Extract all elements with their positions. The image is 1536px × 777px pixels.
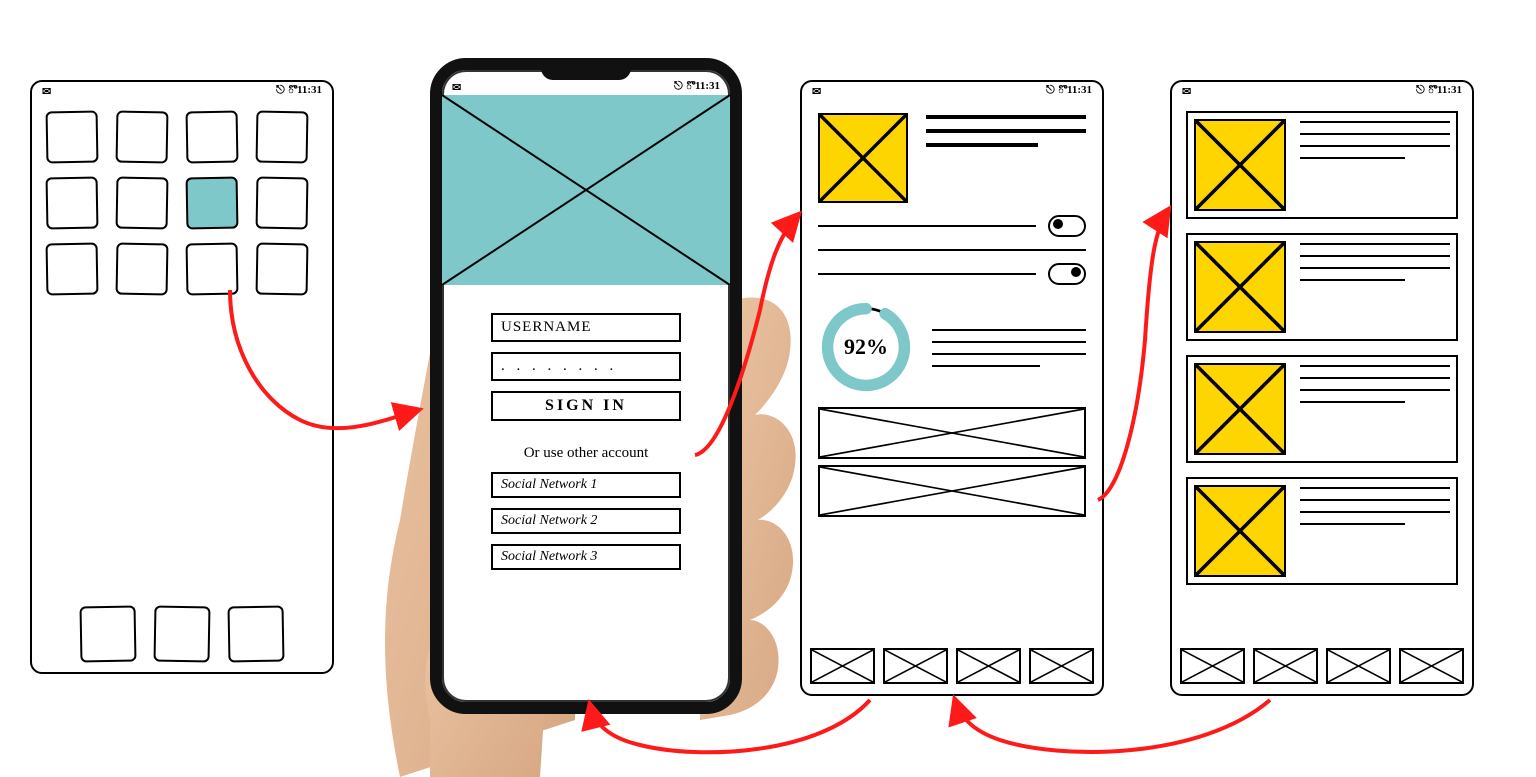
dock [32,606,332,662]
phone-login-screen: ✉ ⎋ ొ 11:31 USERNAME . . . . . . . . SIG… [430,58,742,714]
tab-bar [810,648,1094,684]
app-icon[interactable] [46,111,99,164]
text-line [926,115,1086,119]
list-thumb [1194,485,1286,577]
social-login-1[interactable]: Social Network 1 [491,472,681,498]
app-icon[interactable] [256,111,309,164]
setting-row [818,215,1086,237]
toggle-switch[interactable] [1048,215,1086,237]
status-bar: ✉ ⎋ ొ 11:31 [32,82,332,99]
text-line [926,129,1086,133]
title-lines [926,113,1086,147]
list-thumb [1194,241,1286,333]
app-icon-selected[interactable] [186,177,239,230]
social-login-2[interactable]: Social Network 2 [491,508,681,534]
login-form: USERNAME . . . . . . . . SIGN IN Or use … [442,313,730,570]
progress-value: 92% [818,299,914,395]
alt-login-text: Or use other account [524,445,649,462]
progress-ring: 92% [818,299,914,395]
screen-home-wireframe: ✉ ⎋ ొ 11:31 [30,80,334,674]
status-right: ⎋ ొ 11:31 [1416,84,1462,99]
mail-icon: ✉ [812,85,821,98]
app-icon[interactable] [186,243,239,296]
tab-item[interactable] [810,648,875,684]
status-right: ⎋ ొ 11:31 [276,84,322,99]
mail-icon: ✉ [1182,85,1191,98]
progress-text [932,327,1086,367]
tab-item[interactable] [1029,648,1094,684]
app-icon[interactable] [46,177,99,230]
tab-bar [1180,648,1464,684]
hero-image-placeholder [442,95,730,285]
list-item[interactable] [1186,355,1458,463]
dock-icon[interactable] [154,606,211,663]
avatar-placeholder[interactable] [818,113,908,203]
wireframe-flow-canvas: { "statusbar": { "time": "11:31", "wifi_… [0,0,1536,777]
tab-item[interactable] [1399,648,1464,684]
app-icon[interactable] [116,111,169,164]
app-icon[interactable] [46,243,99,296]
list-text [1300,241,1450,281]
screen-dashboard-wireframe: ✉ ⎋ ొ 11:31 92% [800,80,1104,696]
phone-notch [541,66,631,80]
list-column [1172,99,1472,585]
list-item[interactable] [1186,111,1458,219]
screen-list-wireframe: ✉ ⎋ ొ 11:31 [1170,80,1474,696]
settings-block [802,215,1102,285]
signin-button[interactable]: SIGN IN [491,391,681,421]
text-line [932,341,1086,343]
text-line [818,249,1086,251]
mail-icon: ✉ [452,81,461,94]
password-field[interactable]: . . . . . . . . [491,352,681,381]
status-right: ⎋ ొ 11:31 [674,80,720,95]
toggle-switch[interactable] [1048,263,1086,285]
text-line [818,225,1036,227]
tab-item[interactable] [956,648,1021,684]
list-text [1300,485,1450,525]
text-line [926,143,1038,147]
banner-placeholder-2[interactable] [818,465,1086,517]
text-line [932,353,1086,355]
list-text [1300,363,1450,403]
app-icon[interactable] [186,111,239,164]
app-icon[interactable] [256,177,309,230]
list-text [1300,119,1450,159]
status-right: ⎋ ొ 11:31 [1046,84,1092,99]
list-item[interactable] [1186,477,1458,585]
banner-placeholder-1[interactable] [818,407,1086,459]
text-line [818,273,1036,275]
status-bar: ✉ ⎋ ొ 11:31 [802,82,1102,99]
status-bar: ✉ ⎋ ొ 11:31 [1172,82,1472,99]
app-icon[interactable] [116,243,169,296]
dock-icon[interactable] [80,606,137,663]
list-item[interactable] [1186,233,1458,341]
tab-item[interactable] [1253,648,1318,684]
header-block [802,99,1102,209]
text-line [932,329,1086,331]
app-icon[interactable] [256,243,309,296]
app-icon-grid [32,99,332,307]
tab-item[interactable] [883,648,948,684]
tab-item[interactable] [1326,648,1391,684]
progress-block: 92% [802,285,1102,401]
setting-row [818,263,1086,285]
list-thumb [1194,363,1286,455]
dock-icon[interactable] [228,606,285,663]
app-icon[interactable] [116,177,169,230]
list-thumb [1194,119,1286,211]
social-login-3[interactable]: Social Network 3 [491,544,681,570]
tab-item[interactable] [1180,648,1245,684]
username-field[interactable]: USERNAME [491,313,681,342]
mail-icon: ✉ [42,85,51,98]
text-line [932,365,1040,367]
